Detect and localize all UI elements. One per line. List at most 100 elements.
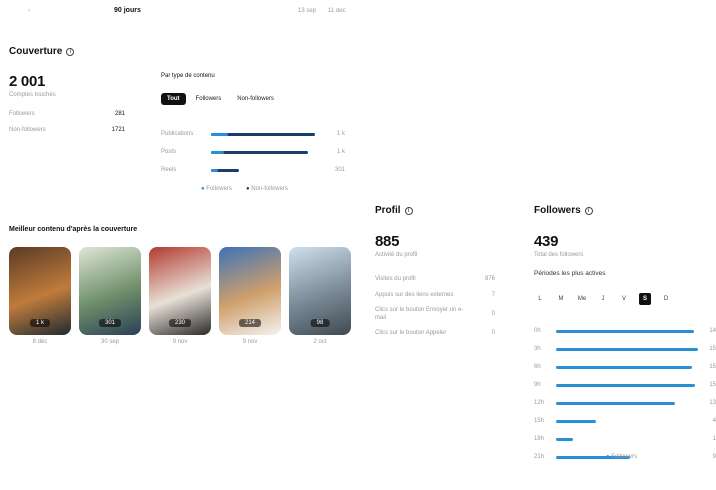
hour-label: 3h [534,346,541,352]
followers-legend: ● Followers [606,454,637,460]
profile-title: Profil i [375,205,413,216]
hour-bar [556,419,596,423]
type-bar [211,168,323,172]
hour-bar [556,365,693,369]
content-thumbnail[interactable]: 230 [149,247,211,335]
filter-followers[interactable]: Followers [190,93,228,105]
profile-row: Clics sur le bouton Envoyer un e-mail 0 [375,307,495,321]
range-start: 13 sep [298,8,317,14]
hour-label: 9h [534,382,541,388]
coverage-title: Couverture i [9,46,75,57]
type-bar-total [211,150,309,154]
hour-bar [556,347,698,351]
type-bar [211,132,323,136]
back-arrow-icon[interactable]: ‹ [28,8,30,14]
content-date: 30 sep [100,339,119,345]
hour-value: 4 [712,418,716,424]
hour-value: 15 [709,346,716,352]
profile-total: 885 [375,233,400,250]
hour-bar-track [556,437,698,441]
hour-label: 0h [534,328,541,334]
hour-value: 15 [709,382,716,388]
info-icon[interactable]: i [66,47,75,56]
content-date: 2 oct [313,339,327,345]
period-selector[interactable]: 90 jours [114,7,141,14]
hour-row: 15h 4 [534,412,716,430]
content-thumbnail[interactable]: 301 [79,247,141,335]
day-option[interactable]: L [534,293,546,305]
coverage-badge: 214 [238,319,262,327]
hour-value: 15 [709,364,716,370]
content-type-bars: Publications 1 k Posts 1 k Reels 301 [161,125,345,179]
best-content-list: 1 k 8 déc 301 30 sep 230 9 nov 214 9 nov… [9,247,351,345]
day-option[interactable]: V [618,293,630,305]
hour-bar-track [556,419,698,423]
content-thumbnail[interactable]: 214 [219,247,281,335]
hour-row: 6h 15 [534,358,716,376]
content-date: 8 déc [32,339,48,345]
info-icon[interactable]: i [404,206,413,215]
hour-label: 6h [534,364,541,370]
content-card[interactable]: 98 2 oct [289,247,351,345]
hour-row: 9h 15 [534,376,716,394]
type-row: Reels 301 [161,167,345,173]
followers-total: 439 [534,233,559,250]
profile-row: Appuis sur des liens externes 7 [375,292,495,298]
best-content-title: Meilleur contenu d'après la couverture [9,226,138,233]
type-bar [211,150,323,154]
type-row: Publications 1 k [161,131,345,137]
hour-label: 18h [534,436,545,442]
type-bar-followers [211,132,228,136]
content-card[interactable]: 301 30 sep [79,247,141,345]
day-option[interactable]: J [597,293,609,305]
profile-row: Visites du profil 876 [375,276,495,282]
coverage-badge: 230 [168,319,192,327]
hour-bar-track [556,365,698,369]
coverage-legend: ● Followers ● Non-followers [201,186,288,192]
content-thumbnail[interactable]: 1 k [9,247,71,335]
day-option[interactable]: Me [576,293,588,305]
hour-bar-track [556,329,698,333]
hour-label: 15h [534,418,545,424]
legend-non-followers: ● Non-followers [245,186,288,192]
hour-bar [556,401,676,405]
day-option[interactable]: M [555,293,567,305]
filter-non-followers[interactable]: Non-followers [231,93,280,105]
coverage-total: 2 001 [9,73,46,90]
hour-label: 21h [534,454,545,460]
type-bar-followers [211,168,218,172]
followers-title: Followers i [534,205,593,216]
range-end: 11 dec [328,8,346,14]
by-type-title: Par type de contenu [161,73,215,79]
legend-followers: ● Followers [201,186,232,192]
hour-value: 9 [712,454,716,460]
content-thumbnail[interactable]: 98 [289,247,351,335]
content-card[interactable]: 214 9 nov [219,247,281,345]
coverage-badge: 301 [98,319,122,327]
hour-value: 1 [712,436,716,442]
filter-all[interactable]: Tout [161,93,186,105]
day-option[interactable]: S [639,293,651,305]
coverage-total-label: Comptes touchés [9,92,56,98]
hour-value: 13 [709,400,716,406]
content-date: 9 nov [172,339,188,345]
hour-bars: 0h 14 3h 15 6h 15 9h 15 12h 13 15h 4 18h 1 21h 9 [534,322,716,466]
top-bar: ‹ 90 jours 13 sep 11 dec [0,0,716,22]
info-icon[interactable]: i [584,206,593,215]
hour-value: 14 [709,328,716,334]
hour-bar-track [556,401,698,405]
day-option[interactable]: D [660,293,672,305]
hour-label: 12h [534,400,545,406]
followers-total-label: Total des followers [534,252,584,258]
coverage-filter-tabs: Tout Followers Non-followers [161,93,280,105]
content-card[interactable]: 1 k 8 déc [9,247,71,345]
type-bar-followers [211,150,225,154]
coverage-row: Followers 281 [9,111,125,117]
profile-rows: Visites du profil 876 Appuis sur des lie… [375,271,495,341]
hour-row: 0h 14 [534,322,716,340]
coverage-row: Non-followers 1721 [9,127,125,133]
content-card[interactable]: 230 9 nov [149,247,211,345]
hour-row: 3h 15 [534,340,716,358]
hour-row: 18h 1 [534,430,716,448]
content-date: 9 nov [242,339,258,345]
